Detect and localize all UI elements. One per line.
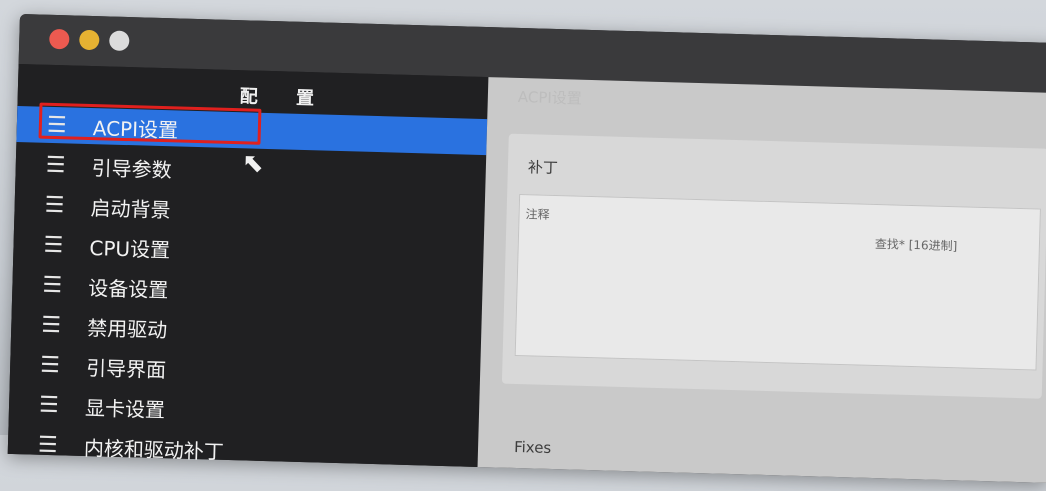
list-icon: ☰ [44, 192, 65, 218]
patches-panel: 补丁 注释 查找* [16进制] [501, 133, 1046, 399]
sidebar-item-label: 设备设置 [88, 275, 169, 302]
panel-header: ACPI设置 [517, 87, 583, 108]
app-window: 配 置 ☰ ACPI设置 ☰ 引导参数 ☰ 启动背景 ☰ CPU设置 ☰ 设备设… [7, 14, 1046, 483]
maximize-window-button[interactable] [109, 30, 130, 52]
sidebar-item-label: 启动背景 [90, 195, 171, 222]
sidebar-title: 配 置 [239, 86, 331, 110]
list-icon: ☰ [37, 432, 59, 458]
patches-table[interactable]: 注释 查找* [16进制] [514, 194, 1041, 371]
list-icon: ☰ [40, 312, 62, 338]
list-icon: ☰ [42, 272, 63, 298]
list-icon: ☰ [43, 232, 64, 258]
list-icon: ☰ [45, 152, 66, 178]
annotation-highlight-box [38, 102, 262, 145]
find-column-header: 查找* [16进制] [874, 236, 958, 254]
sidebar-item-label: 显卡设置 [84, 395, 166, 422]
patches-label: 补丁 [527, 158, 559, 178]
close-window-button[interactable] [49, 28, 70, 50]
sidebar-item-label: 引导界面 [85, 355, 167, 382]
mouse-cursor-icon: ⬉ [241, 148, 265, 179]
fixes-label: Fixes [513, 437, 552, 457]
sidebar-item-kernel-kext-patches[interactable]: ☰ 内核和驱动补丁 [7, 426, 478, 475]
sidebar-item-label: 禁用驱动 [86, 315, 168, 342]
sidebar-item-label: 内核和驱动补丁 [83, 435, 225, 464]
list-icon: ☰ [39, 352, 61, 378]
sidebar-item-label: 引导参数 [91, 155, 173, 182]
minimize-window-button[interactable] [79, 29, 100, 51]
sidebar-item-label: CPU设置 [89, 235, 171, 262]
main-panel: ACPI设置 补丁 注释 查找* [16进制] Fixes [477, 77, 1046, 483]
list-icon: ☰ [38, 392, 60, 418]
sidebar: 配 置 ☰ ACPI设置 ☰ 引导参数 ☰ 启动背景 ☰ CPU设置 ☰ 设备设… [7, 63, 489, 467]
comment-column-header: 注释 [525, 207, 550, 222]
